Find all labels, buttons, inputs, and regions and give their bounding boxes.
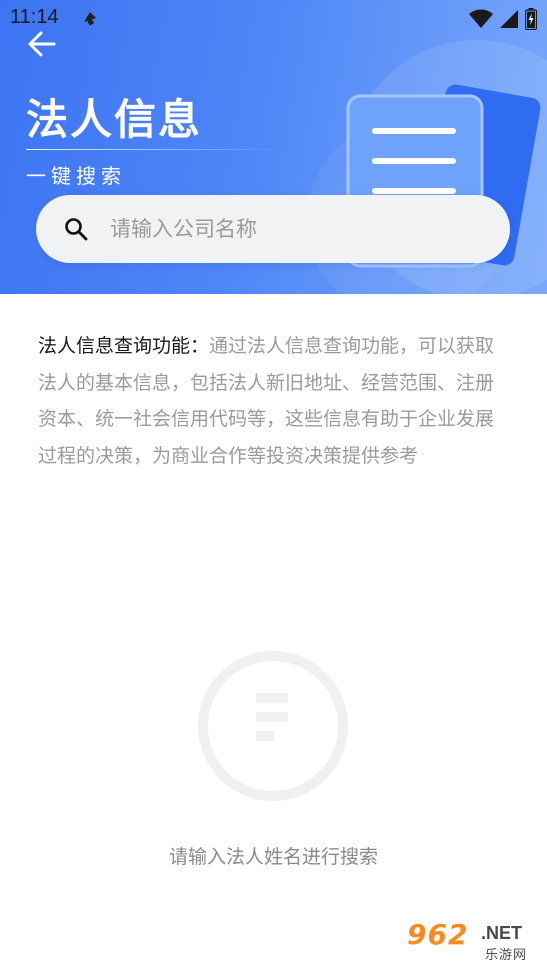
- company-search-bar[interactable]: [36, 195, 510, 263]
- status-icons: [469, 8, 537, 30]
- watermark-number: 962: [407, 918, 469, 951]
- title-divider: [26, 149, 286, 150]
- watermark-chinese: 乐游网: [485, 948, 528, 963]
- arrow-left-icon: [28, 31, 56, 57]
- empty-state-message: 请输入法人姓名进行搜索: [168, 846, 378, 868]
- company-search-input[interactable]: [110, 217, 470, 241]
- status-bar: 11:14: [0, 0, 547, 36]
- notification-icon: [84, 12, 96, 26]
- back-button[interactable]: [24, 26, 60, 62]
- description-label: 法人信息查询功能：: [38, 335, 210, 357]
- watermark-suffix: .NET: [481, 923, 523, 943]
- feature-description: 法人信息查询功能：通过法人信息查询功能，可以获取法人的基本信息，包括法人新旧地址…: [38, 328, 508, 474]
- wifi-icon: [469, 9, 493, 28]
- empty-document-icon: [198, 651, 348, 801]
- signal-icon: [500, 10, 518, 28]
- battery-icon: [525, 8, 537, 30]
- page-subtitle: 一键搜索: [26, 164, 126, 188]
- site-watermark: 962 .NET 乐游网: [407, 918, 539, 964]
- page-title: 法人信息: [26, 95, 203, 144]
- search-icon: [65, 218, 88, 241]
